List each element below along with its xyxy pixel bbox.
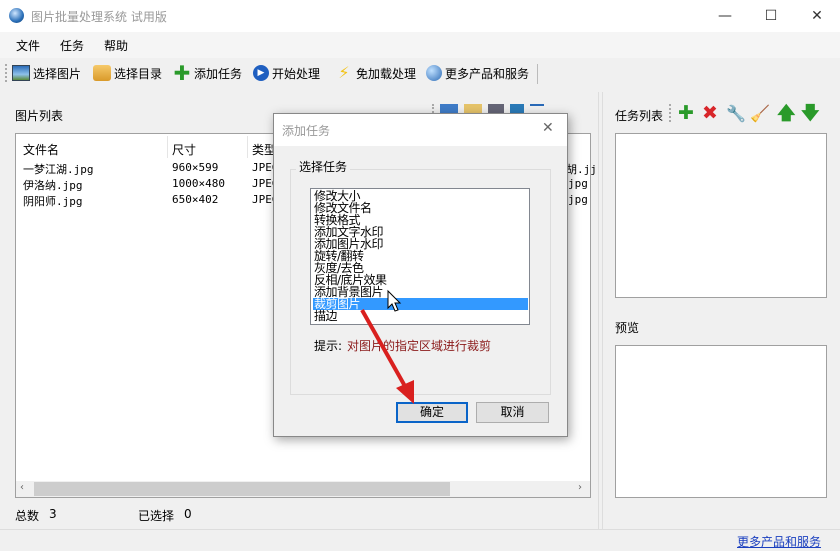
mouse-cursor-icon — [387, 289, 402, 312]
annotation-arrow — [360, 289, 414, 404]
